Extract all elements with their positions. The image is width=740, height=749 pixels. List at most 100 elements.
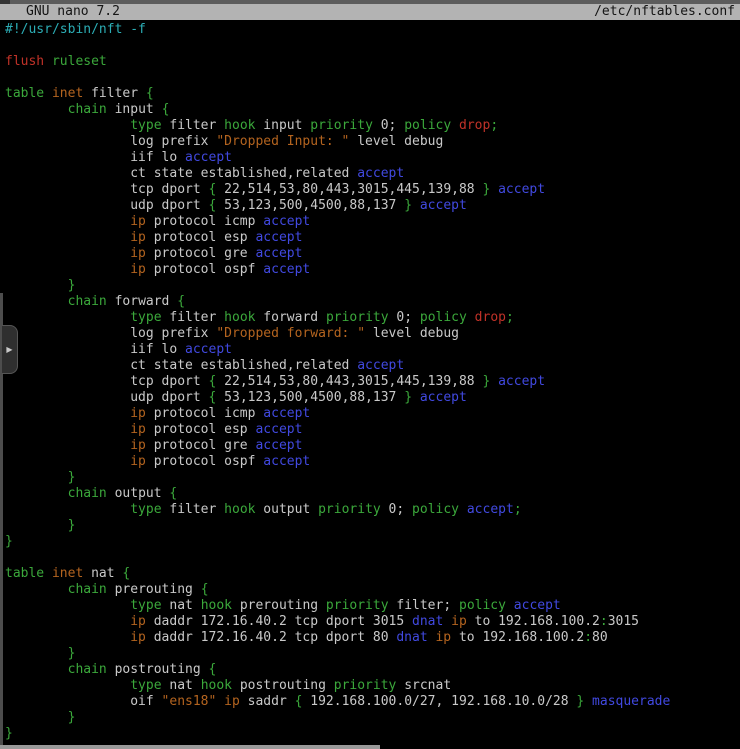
code-line: log prefix "Dropped forward: " level deb… — [5, 326, 740, 342]
code-token — [467, 310, 475, 325]
code-token: priority — [318, 502, 381, 517]
code-line: ip protocol ospf accept — [5, 454, 740, 470]
editor-buffer[interactable]: #!/usr/sbin/nft -f flush ruleset table i… — [0, 20, 740, 745]
code-token: accept — [263, 454, 310, 469]
code-token — [490, 374, 498, 389]
code-line: chain output { — [5, 486, 740, 502]
code-token — [5, 518, 68, 533]
code-token — [5, 614, 130, 629]
code-token — [443, 614, 451, 629]
code-token: ; — [506, 310, 514, 325]
code-token: prerouting — [107, 582, 201, 597]
code-token — [5, 230, 130, 245]
code-token — [5, 326, 130, 341]
code-token: protocol gre — [146, 246, 256, 261]
code-line: } — [5, 470, 740, 486]
code-token: priority — [310, 118, 373, 133]
code-token: 0; — [381, 502, 412, 517]
code-token: chain — [68, 582, 107, 597]
code-token: daddr 172.16.40.2 tcp dport 80 — [146, 630, 396, 645]
code-token: ip — [130, 230, 146, 245]
code-line: log prefix "Dropped Input: " level debug — [5, 134, 740, 150]
code-token: chain — [68, 294, 107, 309]
code-token: log prefix — [130, 134, 216, 149]
code-token: ip — [130, 262, 146, 277]
code-token: 3015 — [608, 614, 639, 629]
code-token: } — [404, 390, 412, 405]
code-token: oif — [130, 694, 161, 709]
code-token: daddr 172.16.40.2 tcp dport 3015 — [146, 614, 412, 629]
code-token: protocol icmp — [146, 214, 263, 229]
code-token: inet — [52, 566, 83, 581]
code-token: drop — [475, 310, 506, 325]
code-token: "Dropped Input: " — [216, 134, 349, 149]
code-token: udp dport — [130, 198, 208, 213]
code-line: tcp dport { 22,514,53,80,443,3015,445,13… — [5, 374, 740, 390]
code-token — [5, 582, 68, 597]
code-token: flush — [5, 54, 44, 69]
code-token: accept — [185, 150, 232, 165]
code-token: iif lo — [130, 150, 185, 165]
code-token: tcp dport — [130, 374, 208, 389]
code-token: { — [177, 294, 185, 309]
code-line: } — [5, 726, 740, 742]
code-token — [412, 390, 420, 405]
code-token: priority — [326, 310, 389, 325]
code-line: } — [5, 646, 740, 662]
code-token — [5, 118, 130, 133]
code-line: } — [5, 710, 740, 726]
code-token: forward — [107, 294, 177, 309]
code-token: accept — [255, 230, 302, 245]
code-token: policy — [412, 502, 459, 517]
code-token — [5, 310, 130, 325]
code-token — [5, 406, 130, 421]
code-line: type nat hook postrouting priority srcna… — [5, 678, 740, 694]
code-token: protocol esp — [146, 230, 256, 245]
code-token — [5, 342, 130, 357]
filename-label: /etc/nftables.conf — [594, 4, 735, 20]
code-line: type nat hook prerouting priority filter… — [5, 598, 740, 614]
code-token — [5, 694, 130, 709]
code-token: accept — [263, 406, 310, 421]
code-line: oif "ens18" ip saddr { 192.168.100.0/27,… — [5, 694, 740, 710]
nano-titlebar: GNU nano 7.2 /etc/nftables.conf — [0, 4, 740, 20]
code-line: udp dport { 53,123,500,4500,88,137 } acc… — [5, 198, 740, 214]
code-token: { — [169, 486, 177, 501]
code-line: } — [5, 278, 740, 294]
code-token: postrouting — [232, 678, 334, 693]
nano-version-label: GNU nano 7.2 — [26, 4, 120, 20]
code-token: type — [130, 118, 161, 133]
code-token: { — [209, 662, 217, 677]
code-line: ip protocol gre accept — [5, 246, 740, 262]
code-token: accept — [185, 342, 232, 357]
code-token: hook — [201, 678, 232, 693]
code-token: saddr — [240, 694, 295, 709]
code-line: table inet filter { — [5, 86, 740, 102]
code-token — [5, 166, 130, 181]
code-token: chain — [68, 662, 107, 677]
code-token — [5, 710, 68, 725]
code-token: 53,123,500,4500,88,137 — [216, 390, 404, 405]
code-token: filter — [162, 310, 225, 325]
code-token: { — [146, 86, 154, 101]
code-token: filter — [162, 118, 225, 133]
code-token: input — [255, 118, 310, 133]
code-token: accept — [255, 246, 302, 261]
code-token: to 192.168.100.2 — [467, 614, 600, 629]
code-token: { — [162, 102, 170, 117]
code-token: } — [404, 198, 412, 213]
code-token: filter — [162, 502, 225, 517]
code-token: ip — [130, 246, 146, 261]
code-token: type — [130, 502, 161, 517]
code-token — [216, 694, 224, 709]
code-token: ct state established,related — [130, 358, 357, 373]
code-token: type — [130, 678, 161, 693]
code-token: masquerade — [592, 694, 670, 709]
code-token: hook — [201, 598, 232, 613]
novnc-control-bar-handle[interactable]: ▶ — [2, 325, 18, 374]
code-token: accept — [255, 438, 302, 453]
code-token — [5, 646, 68, 661]
code-token: hook — [224, 118, 255, 133]
code-token: ; — [514, 502, 522, 517]
code-line: ip protocol ospf accept — [5, 262, 740, 278]
